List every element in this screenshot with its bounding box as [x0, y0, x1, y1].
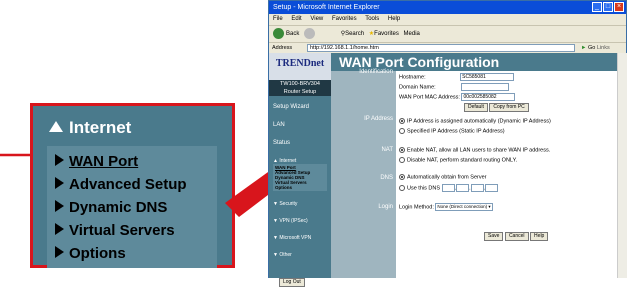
- ip-static-option[interactable]: Specified IP Address (Static IP Address): [399, 128, 505, 134]
- radio-dns-auto[interactable]: [399, 174, 405, 180]
- router-sidebar: TRENDnet TW100-BRV304 Router Setup Setup …: [269, 53, 331, 287]
- menu-item-virtual-servers[interactable]: Virtual Servers: [47, 219, 217, 242]
- radio-dns-manual[interactable]: [399, 185, 405, 191]
- close-icon[interactable]: ×: [614, 2, 624, 12]
- internet-submenu-small: WAN Port Advanced Setup Dynamic DNS Virt…: [273, 164, 327, 191]
- domain-row: Domain Name:: [399, 83, 510, 91]
- menu-item-options[interactable]: Options: [47, 242, 217, 265]
- nav-setup-wizard[interactable]: Setup Wizard: [269, 104, 331, 110]
- menu-edit[interactable]: Edit: [291, 16, 301, 22]
- radio-nat-enable[interactable]: [399, 147, 405, 153]
- internet-submenu: WAN Port Advanced Setup Dynamic DNS Virt…: [47, 146, 217, 268]
- copy-from-pc-button[interactable]: Copy from PC: [489, 103, 529, 112]
- arrow-right-icon: [55, 154, 64, 166]
- dns-octet-3[interactable]: [470, 184, 484, 192]
- title-bar: Setup - Microsoft Internet Explorer _ □ …: [269, 1, 626, 14]
- dns-manual-option[interactable]: Use this DNS ...: [399, 184, 499, 192]
- address-input[interactable]: http://192.168.1.1/home.htm: [307, 44, 575, 52]
- media-button[interactable]: Media: [404, 31, 420, 37]
- hostname-field[interactable]: SC585081: [460, 73, 515, 81]
- menu-item-wan-port[interactable]: WAN Port: [47, 150, 217, 173]
- mac-row: WAN Port MAC Address: 00c002585082: [399, 93, 516, 101]
- trendnet-logo: TRENDnet: [269, 53, 331, 80]
- arrow-right-icon: [55, 223, 64, 235]
- radio-ip-static[interactable]: [399, 128, 405, 134]
- vertical-scrollbar[interactable]: [617, 53, 627, 278]
- save-button[interactable]: Save: [484, 232, 504, 241]
- triangle-up-icon: [49, 121, 63, 132]
- dns-auto-option[interactable]: Automatically obtain from Server: [399, 174, 486, 180]
- menu-file[interactable]: File: [273, 16, 283, 22]
- main-content: WAN Port Configuration Identification IP…: [331, 53, 617, 278]
- arrow-right-icon: [55, 177, 64, 189]
- login-method-row: Login Method: None (Direct connection) ▾: [399, 203, 493, 211]
- default-button[interactable]: Default: [464, 103, 488, 112]
- radio-nat-disable[interactable]: [399, 157, 405, 163]
- hostname-row: Hostname: SC585081: [399, 73, 515, 81]
- toolbar: Back ⚲Search ★Favorites Media: [269, 26, 626, 43]
- minimize-icon[interactable]: _: [592, 2, 602, 12]
- search-button[interactable]: Search: [345, 31, 364, 37]
- menu-view[interactable]: View: [310, 16, 323, 22]
- nav-security[interactable]: ▼ Security: [269, 201, 331, 207]
- arrow-right-icon: [55, 246, 64, 258]
- forward-icon[interactable]: [304, 27, 316, 39]
- logout-button[interactable]: Log Out: [279, 270, 331, 288]
- label-column: Identification IP Address NAT DNS Login: [331, 69, 396, 278]
- nat-disable-option[interactable]: Disable NAT, perform standard routing ON…: [399, 157, 517, 163]
- favorites-button[interactable]: Favorites: [374, 31, 399, 37]
- form-buttons: Save Cancel Help: [484, 232, 549, 241]
- ip-dynamic-option[interactable]: IP Address is assigned automatically (Dy…: [399, 118, 551, 124]
- dns-octet-2[interactable]: [456, 184, 470, 192]
- menu-tools[interactable]: Tools: [365, 16, 379, 22]
- nav-status[interactable]: Status: [269, 140, 331, 146]
- menu-favorites[interactable]: Favorites: [332, 16, 357, 22]
- radio-ip-dynamic[interactable]: [399, 118, 405, 124]
- nav-other[interactable]: ▼ Other: [269, 252, 331, 258]
- nat-enable-option[interactable]: Enable NAT, allow all LAN users to share…: [399, 147, 550, 153]
- subnav-options[interactable]: Options: [275, 185, 327, 190]
- dns-octet-1[interactable]: [441, 184, 455, 192]
- back-button[interactable]: Back: [286, 31, 299, 37]
- dns-octet-4[interactable]: [485, 184, 499, 192]
- nav-microsoft-vpn[interactable]: ▼ Microsoft VPN: [269, 235, 331, 241]
- page-viewport: TRENDnet TW100-BRV304 Router Setup Setup …: [269, 53, 617, 287]
- maximize-icon[interactable]: □: [603, 2, 613, 12]
- menu-item-dynamic-dns[interactable]: Dynamic DNS: [47, 196, 217, 219]
- menu-item-advanced-setup[interactable]: Advanced Setup: [47, 173, 217, 196]
- help-button[interactable]: Help: [530, 232, 549, 241]
- internet-menu-callout: Internet WAN Port Advanced Setup Dynamic…: [30, 103, 235, 268]
- arrow-right-icon: [55, 200, 64, 212]
- mac-field[interactable]: 00c002585082: [461, 93, 516, 101]
- menu-bar: File Edit View Favorites Tools Help: [269, 14, 626, 26]
- back-icon[interactable]: [273, 27, 284, 39]
- menu-help[interactable]: Help: [388, 16, 400, 22]
- model-label: TW100-BRV304 Router Setup: [269, 80, 331, 96]
- login-method-select[interactable]: None (Direct connection) ▾: [435, 203, 493, 211]
- internet-heading: Internet: [33, 106, 232, 138]
- nav-lan[interactable]: LAN: [269, 122, 331, 128]
- mac-buttons: Default Copy from PC: [464, 103, 529, 112]
- nav-vpn-ipsec[interactable]: ▼ VPN (IPSec): [269, 218, 331, 224]
- cancel-button[interactable]: Cancel: [504, 232, 529, 241]
- domain-field[interactable]: [461, 83, 510, 91]
